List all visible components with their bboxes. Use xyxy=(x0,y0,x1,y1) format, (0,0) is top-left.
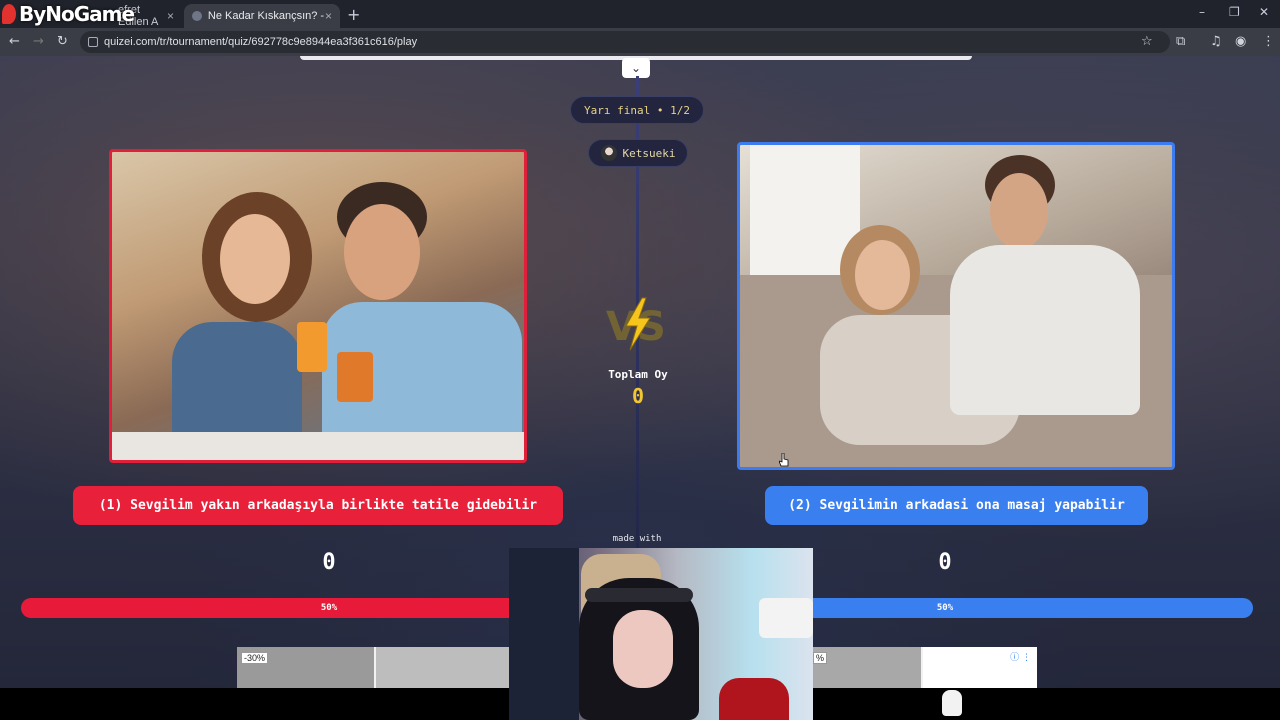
brand-logo: ByNoGame xyxy=(0,0,135,28)
close-window-icon[interactable]: ✕ xyxy=(1259,5,1269,19)
option-1-button[interactable]: (1) Sevgilim yakın arkadaşıyla birlikte … xyxy=(73,486,563,525)
total-votes-label: Toplam Oy xyxy=(608,368,668,381)
minimize-icon[interactable]: – xyxy=(1199,5,1205,19)
user-badge: Ketsueki xyxy=(588,139,688,167)
forward-icon[interactable]: → xyxy=(33,34,44,49)
photo-man-face xyxy=(990,173,1048,249)
new-tab-icon[interactable]: + xyxy=(347,5,360,24)
tab-close-icon[interactable]: × xyxy=(325,9,332,23)
round-label: Yarı final • 1/2 xyxy=(584,103,690,117)
username: Ketsueki xyxy=(622,146,676,160)
option-2-label: (2) Sevgilimin arkadasi ona masaj yapabi… xyxy=(788,498,1125,513)
media-icon[interactable]: ♫ xyxy=(1210,34,1222,49)
option-1-score: 0 xyxy=(322,550,336,575)
profile-icon[interactable]: ◉ xyxy=(1235,34,1246,49)
url-field[interactable]: quizei.com/tr/tournament/quiz/692778c9e8… xyxy=(80,31,1170,53)
versus-icon: VS xyxy=(606,297,666,351)
mouse-cursor-icon xyxy=(779,453,789,467)
discount-badge: -30% xyxy=(241,652,269,664)
made-with-text: made with xyxy=(612,534,662,544)
ad-product-tile[interactable]: % xyxy=(813,647,921,688)
total-votes-count: 0 xyxy=(631,384,645,408)
webcam-overlay xyxy=(509,548,813,720)
photo-drink xyxy=(337,352,373,402)
tab-active[interactable]: Ne Kadar Kıskançsın? - Tier List × xyxy=(184,4,340,28)
tab-bar: efret Edilen A × Ne Kadar Kıskançsın? - … xyxy=(0,0,1280,28)
cam-pillow xyxy=(759,598,813,638)
option-1-image[interactable] xyxy=(109,149,527,463)
menu-icon[interactable]: ⋮ xyxy=(1262,34,1275,49)
collapse-header-button[interactable]: ⌄ xyxy=(622,58,650,78)
photo-table xyxy=(112,432,524,460)
discount-badge: % xyxy=(813,652,828,664)
bookmark-star-icon[interactable]: ☆ xyxy=(1141,34,1153,49)
brand-mark-icon xyxy=(2,4,16,24)
brand-logo-text: ByNoGame xyxy=(19,2,135,26)
option-2-image[interactable] xyxy=(737,142,1175,470)
ad-product-tile[interactable]: ⓘ ⋮ xyxy=(923,647,1037,688)
photo-woman-face xyxy=(220,214,290,304)
restore-icon[interactable]: ❐ xyxy=(1229,5,1240,19)
option-1-percent: 50% xyxy=(320,603,338,613)
site-info-icon[interactable] xyxy=(88,37,98,47)
tab-close-icon[interactable]: × xyxy=(167,9,174,23)
option-1-label: (1) Sevgilim yakın arkadaşıyla birlikte … xyxy=(98,498,538,513)
reload-icon[interactable]: ↻ xyxy=(57,34,68,49)
option-2-button[interactable]: (2) Sevgilimin arkadasi ona masaj yapabi… xyxy=(765,486,1148,525)
photo-man-face xyxy=(344,204,420,300)
tab-favicon-icon xyxy=(192,11,202,21)
photo-drink xyxy=(297,322,327,372)
address-toolbar: ← → ↻ quizei.com/tr/tournament/quiz/6927… xyxy=(0,28,1280,56)
ad-product-tile[interactable] xyxy=(376,647,511,688)
cam-background xyxy=(509,548,579,720)
mascot-icon xyxy=(942,690,962,716)
photo-woman-face xyxy=(855,240,910,310)
round-badge: Yarı final • 1/2 xyxy=(570,96,704,124)
url-text: quizei.com/tr/tournament/quiz/692778c9e8… xyxy=(104,36,418,48)
cam-person-face xyxy=(613,610,673,688)
cam-red-object xyxy=(719,678,789,720)
back-icon[interactable]: ← xyxy=(9,34,20,49)
tab-title: Ne Kadar Kıskançsın? - Tier List xyxy=(207,10,325,22)
option-2-score: 0 xyxy=(938,550,952,575)
avatar xyxy=(600,145,617,161)
cam-headphones xyxy=(585,588,693,602)
option-2-percent: 50% xyxy=(936,603,954,613)
ad-product-tile[interactable]: -30% xyxy=(237,647,374,688)
photo-man-sweater xyxy=(950,245,1140,415)
ad-info-icon[interactable]: ⓘ ⋮ xyxy=(1010,650,1031,663)
extensions-icon[interactable]: ⧉ xyxy=(1176,34,1185,49)
